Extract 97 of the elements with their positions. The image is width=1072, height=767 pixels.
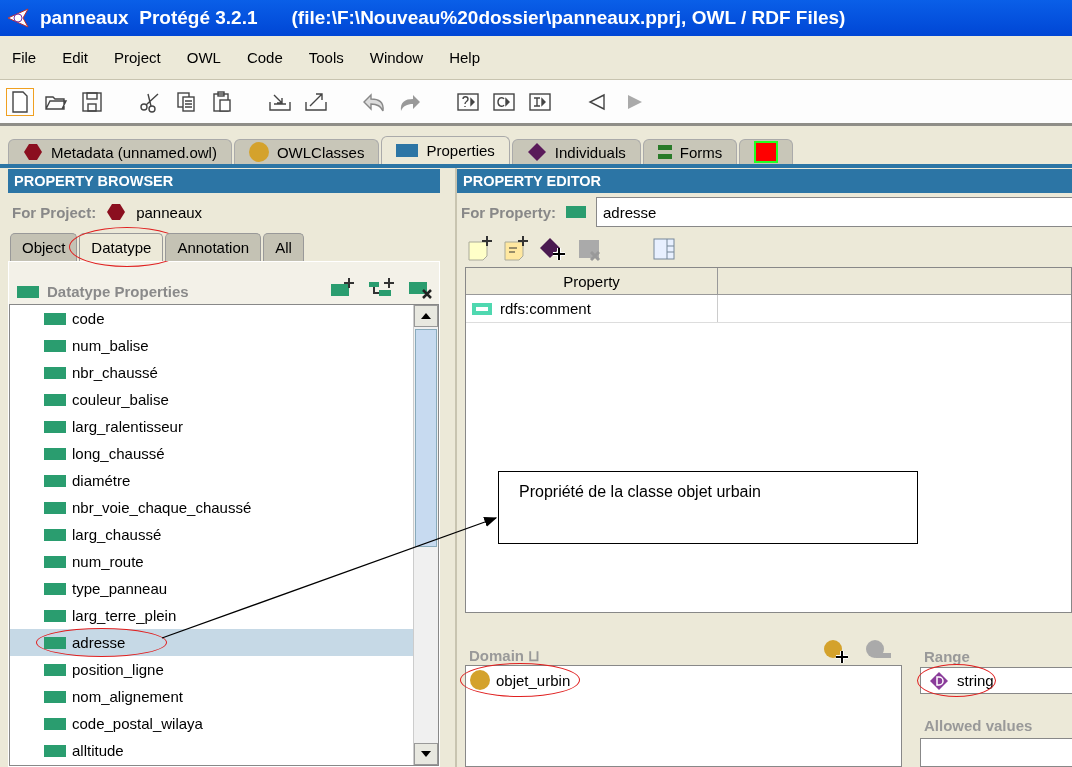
- tab[interactable]: Datatype: [79, 233, 164, 261]
- property-icon: [44, 339, 66, 352]
- property-icon: [44, 636, 66, 649]
- menu-item[interactable]: Tools: [300, 49, 352, 66]
- window-title: panneaux Protégé 3.2.1: [40, 7, 258, 29]
- save-icon: [80, 89, 104, 114]
- tab[interactable]: [739, 139, 794, 164]
- property-icon: [44, 528, 66, 541]
- property-list-item[interactable]: nbr_chaussé: [10, 359, 413, 386]
- range-field[interactable]: string: [920, 667, 1072, 694]
- copy-icon: [174, 89, 198, 114]
- scrollbar-thumb[interactable]: [415, 329, 437, 547]
- hexagon-icon: [106, 203, 127, 221]
- tab[interactable]: Annotation: [165, 233, 262, 261]
- property-icon: [44, 690, 66, 703]
- property-icon: [44, 555, 66, 568]
- property-list-item[interactable]: code: [10, 305, 413, 332]
- panel-header: PROPERTY EDITOR: [457, 169, 1072, 193]
- property-icon: [44, 609, 66, 622]
- menu-item[interactable]: Project: [106, 49, 169, 66]
- tab[interactable]: Metadata (unnamed.owl): [8, 139, 232, 164]
- property-icon: [44, 312, 66, 325]
- hexagon-icon: [23, 143, 43, 161]
- circle-icon: [470, 670, 490, 690]
- diamond-icon: [526, 142, 547, 162]
- property-icon: [44, 717, 66, 730]
- app-logo-icon: [6, 6, 30, 30]
- scroll-down-button[interactable]: [414, 743, 438, 765]
- property-list-item[interactable]: num_route: [10, 548, 413, 575]
- field-label: For Project:: [12, 203, 97, 221]
- menu-item[interactable]: Help: [441, 49, 488, 66]
- annotation-property-icon: [472, 302, 492, 315]
- property-list-item[interactable]: larg_ralentisseur: [10, 413, 413, 440]
- property-icon: [44, 501, 66, 514]
- square-icon: [396, 144, 419, 157]
- table-cell: rdfs:comment: [466, 295, 718, 322]
- tab[interactable]: All: [263, 233, 304, 261]
- menu-item[interactable]: Edit: [54, 49, 97, 66]
- up-arrow-icon: [421, 313, 431, 319]
- field-label: For Property:: [461, 203, 556, 221]
- section-label: Range: [923, 648, 970, 665]
- bars-icon: [657, 144, 672, 160]
- tab[interactable]: OWLClasses: [233, 139, 380, 164]
- callout-text: Propriété de la classe objet urbain: [498, 471, 918, 544]
- domain-class[interactable]: objet_urbin: [468, 668, 571, 692]
- tab[interactable]: Individuals: [511, 139, 641, 164]
- property-icon: [44, 744, 66, 757]
- menu-item[interactable]: Window: [361, 49, 432, 66]
- tab[interactable]: Forms: [642, 139, 738, 164]
- property-list-item[interactable]: nom_alignement: [10, 683, 413, 710]
- property-list-item[interactable]: diamétre: [10, 467, 413, 494]
- add-diamond-icon[interactable]: [539, 236, 567, 262]
- square-icon: [754, 141, 779, 163]
- down-arrow-icon: [421, 751, 431, 757]
- property-list-item[interactable]: position_ligne: [10, 656, 413, 683]
- window-file-path: (file:\F:\Nouveau%20dossier\panneaux.pprj, OWL / RDF Files): [291, 7, 846, 29]
- allowed-values-list[interactable]: [920, 738, 1072, 767]
- property-icon: [566, 206, 586, 218]
- property-icon: [17, 285, 39, 298]
- property-icon: [44, 447, 66, 460]
- property-list-item[interactable]: long_chaussé: [10, 440, 413, 467]
- property-icon: [44, 474, 66, 487]
- property-list-item[interactable]: adresse: [10, 629, 413, 656]
- property-icon: [44, 663, 66, 676]
- menu-item[interactable]: OWL: [178, 49, 229, 66]
- property-name-field[interactable]: adresse: [596, 197, 1072, 227]
- project-name: panneaux: [136, 203, 203, 221]
- paste-icon: [210, 89, 234, 114]
- property-list-item[interactable]: code_postal_wilaya: [10, 710, 413, 737]
- add-property-icon[interactable]: [331, 278, 355, 298]
- property-list-item[interactable]: larg_chaussé: [10, 521, 413, 548]
- property-icon: [44, 582, 66, 595]
- circle-icon: [248, 142, 269, 162]
- scroll-up-button[interactable]: [414, 305, 438, 327]
- datatype-icon: [929, 670, 949, 691]
- add-class-icon[interactable]: [822, 639, 850, 665]
- tab[interactable]: Object: [10, 233, 78, 261]
- property-icon: [44, 420, 66, 433]
- property-list-item[interactable]: larg_terre_plein: [10, 602, 413, 629]
- section-label: Domain ⊔: [468, 647, 541, 665]
- property-list-item[interactable]: alltitude: [10, 737, 413, 764]
- new-document-note-icon[interactable]: [503, 236, 529, 262]
- menu-item[interactable]: File: [4, 49, 45, 66]
- list-title: Datatype Properties: [47, 283, 189, 300]
- property-list-item[interactable]: num_balise: [10, 332, 413, 359]
- property-list-item[interactable]: couleur_balise: [10, 386, 413, 413]
- property-icon: [44, 366, 66, 379]
- tab[interactable]: Properties: [381, 136, 510, 164]
- property-icon: [44, 393, 66, 406]
- add-subproperty-icon[interactable]: [369, 278, 395, 298]
- panel-header: PROPERTY BROWSER: [8, 169, 440, 193]
- menu-item[interactable]: Code: [238, 49, 291, 66]
- section-label: Allowed values: [923, 717, 1033, 734]
- toolbar-button[interactable]: [6, 87, 34, 116]
- new-note-icon[interactable]: [467, 236, 493, 262]
- property-list-item[interactable]: type_panneau: [10, 575, 413, 602]
- property-list-item[interactable]: nbr_voie_chaque_chaussé: [10, 494, 413, 521]
